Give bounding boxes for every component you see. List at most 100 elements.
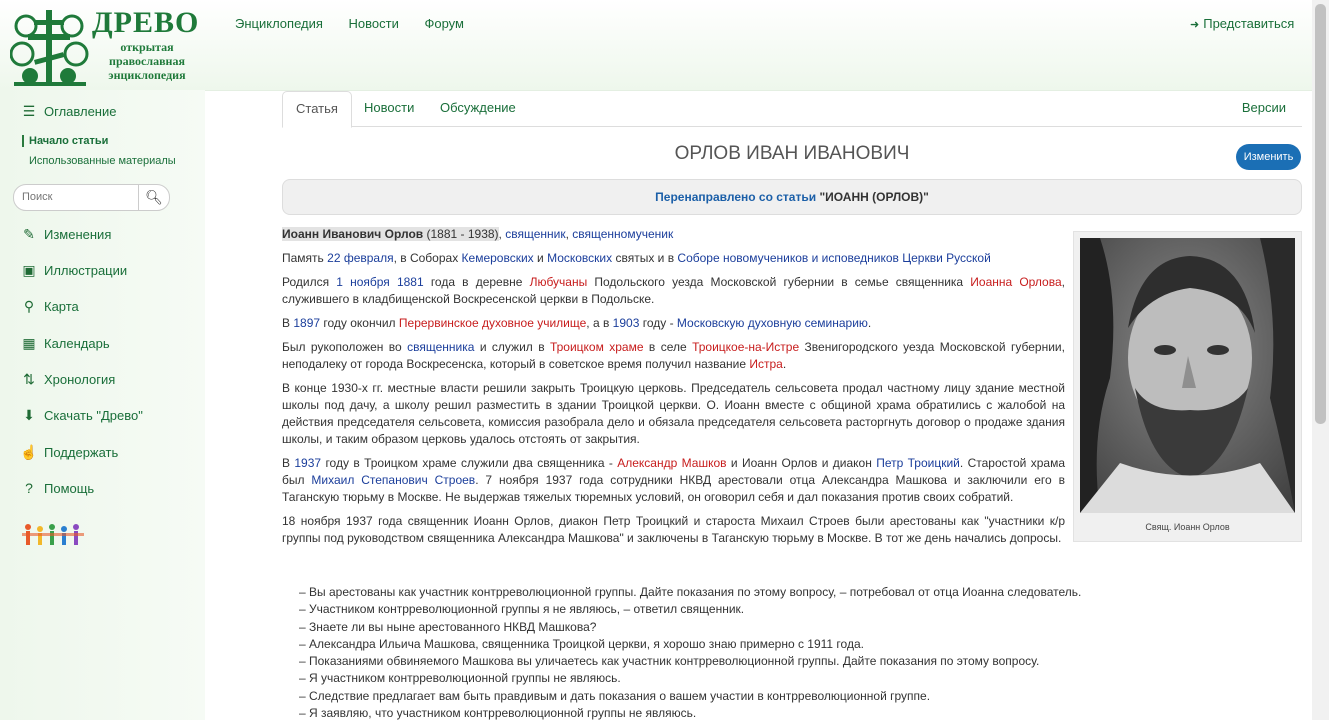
article-paragraph: В 1937 году в Троицком храме служили два… <box>282 455 1065 506</box>
sidebar-item-label: Оглавление <box>44 104 117 119</box>
photo-card: Свящ. Иоанн Орлов <box>1073 231 1302 542</box>
sidebar-item-label: Скачать "Древо" <box>44 408 143 423</box>
redirect-source-link[interactable]: "ИОАНН (ОРЛОВ)" <box>819 190 928 204</box>
article-paragraph: Был рукоположен во священника и служил в… <box>282 339 1065 373</box>
life-years: (1881 - 1938) <box>426 227 499 241</box>
article-tabs: Статья Новости Обсуждение Версии <box>282 91 1302 128</box>
tab-article[interactable]: Статья <box>282 91 352 128</box>
search-box: 🔍︎ <box>13 184 170 211</box>
link-rank[interactable]: священника <box>407 340 474 354</box>
portrait-photo[interactable] <box>1080 238 1295 513</box>
top-nav: Энциклопедия Новости Форум <box>235 16 486 31</box>
text: Родился <box>282 275 337 289</box>
tab-news[interactable]: Новости <box>351 91 427 125</box>
link-year[interactable]: 1903 <box>613 316 640 330</box>
text: святых и в <box>612 251 678 265</box>
link-synaxis-new-martyrs[interactable]: Соборе новомучеников и исповедников Церк… <box>677 251 990 265</box>
thumbs-up-icon: ☝ <box>20 444 38 460</box>
toc-link-start[interactable]: Начало статьи <box>22 135 108 147</box>
link-village[interactable]: Троицкое-на-Истре <box>692 340 799 354</box>
tree-cross-icon <box>10 10 89 86</box>
photo-caption: Свящ. Иоанн Орлов <box>1145 522 1230 532</box>
nav-forum[interactable]: Форум <box>424 16 464 31</box>
search-icon: 🔍︎ <box>145 189 163 205</box>
sidebar-item-calendar[interactable]: ▦ Календарь <box>20 335 110 352</box>
sidebar-item-download[interactable]: ⬇ Скачать "Древо" <box>20 407 143 424</box>
link-person[interactable]: Александр Машков <box>617 456 726 470</box>
link-hieromartyr[interactable]: священномученик <box>572 227 673 241</box>
sidebar-item-changes[interactable]: ✎ Изменения <box>20 226 111 243</box>
list-item: – Я участником контрреволюционной группы… <box>299 671 621 686</box>
search-button[interactable]: 🔍︎ <box>138 185 169 210</box>
person-name: Иоанн Иванович Орлов <box>282 227 424 241</box>
sidebar-item-help[interactable]: ? Помощь <box>20 480 94 496</box>
sidebar-item-label: Поддержать <box>44 445 119 460</box>
nav-encyclopedia[interactable]: Энциклопедия <box>235 16 323 31</box>
sign-in-icon: ➜ <box>1190 19 1200 31</box>
question-circle-icon: ? <box>25 480 33 496</box>
sidebar-item-label: Иллюстрации <box>44 263 128 278</box>
logo-subtitle-line: открытая <box>120 40 174 54</box>
calendar-icon: ▦ <box>22 335 36 351</box>
article-paragraph: Родился 1 ноября 1881 года в деревне Люб… <box>282 274 1065 308</box>
sidebar-item-toc[interactable]: ☰ Оглавление <box>20 103 117 120</box>
sidebar-item-support[interactable]: ☝ Поддержать <box>20 444 118 461</box>
tab-versions[interactable]: Версии <box>1242 91 1286 125</box>
text: В <box>282 316 294 330</box>
edit-button[interactable]: Изменить <box>1236 144 1301 170</box>
link-year[interactable]: 1937 <box>294 456 321 470</box>
text: . <box>782 357 787 371</box>
text: в селе <box>643 340 693 354</box>
link-father[interactable]: Иоанна Орлова <box>970 275 1061 289</box>
link-school[interactable]: Перервинское духовное училище <box>399 316 586 330</box>
link-person[interactable]: Петр Троицкий <box>876 456 960 470</box>
redirect-notice: Перенаправлено со статьи "ИОАНН (ОРЛОВ)" <box>282 179 1302 215</box>
text: , а в <box>586 316 613 330</box>
login-label: Представиться <box>1203 16 1295 31</box>
sidebar-item-illustrations[interactable]: ▣ Иллюстрации <box>20 262 127 279</box>
tab-discussion[interactable]: Обсуждение <box>427 91 529 125</box>
sort-icon: ⇅ <box>23 371 35 387</box>
link-village[interactable]: Любучаны <box>530 275 588 289</box>
search-input[interactable] <box>14 185 140 208</box>
portrait-image <box>1080 238 1295 513</box>
toc-link-sources[interactable]: Использованные материалы <box>29 155 176 167</box>
link-priest[interactable]: священник <box>505 227 565 241</box>
sidebar-item-label: Календарь <box>44 336 110 351</box>
link-year[interactable]: 1897 <box>293 316 320 330</box>
link-person[interactable]: Михаил Степанович Строев <box>311 473 475 487</box>
link-town[interactable]: Истра <box>749 357 782 371</box>
article-paragraph: В 1897 году окончил Перервинское духовно… <box>282 315 1065 332</box>
link-date[interactable]: 22 февраля <box>327 251 393 265</box>
sidebar-item-chronology[interactable]: ⇅ Хронология <box>20 371 115 388</box>
people-logo-icon[interactable] <box>22 522 92 548</box>
login-link[interactable]: ➜ Представиться <box>1190 16 1294 31</box>
image-icon: ▣ <box>22 262 36 278</box>
link-birth-date[interactable]: 1 ноября 1881 <box>336 275 423 289</box>
page-scrollbar[interactable] <box>1312 0 1329 720</box>
link-synaxis-kemerovo[interactable]: Кемеровских <box>462 251 534 265</box>
text: году окончил <box>320 316 399 330</box>
text: . <box>867 316 872 330</box>
sidebar-item-map[interactable]: ⚲ Карта <box>20 298 79 315</box>
sidebar-item-label: Изменения <box>44 227 112 242</box>
list-item: – Участником контрреволюционной группы я… <box>299 602 745 617</box>
article-paragraph: В конце 1930-х гг. местные власти решили… <box>282 381 1065 446</box>
site-header: ДРЕВО открытая православная энциклопедия… <box>0 0 1312 91</box>
scrollbar-thumb[interactable] <box>1315 4 1326 424</box>
article-paragraph: 18 ноября 1937 года священник Иоанн Орло… <box>282 514 1065 545</box>
list-item: – Вы арестованы как участник контрреволю… <box>299 585 1082 599</box>
site-logo[interactable]: ДРЕВО открытая православная энциклопедия <box>10 4 200 88</box>
list-item: – Следствие предлагает вам быть правдивы… <box>299 688 931 703</box>
nav-news[interactable]: Новости <box>349 16 399 31</box>
article-lead: Иоанн Иванович Орлов (1881 - 1938), свящ… <box>282 226 1065 243</box>
sidebar-item-label: Карта <box>44 299 79 314</box>
sidebar-item-label: Помощь <box>44 481 95 496</box>
text: и <box>533 251 548 265</box>
link-seminary[interactable]: Московскую духовную семинарию <box>677 316 868 330</box>
text: и служил в <box>474 340 550 354</box>
link-synaxis-moscow[interactable]: Московских <box>547 251 612 265</box>
link-church[interactable]: Троицком храме <box>550 340 644 354</box>
sidebar: ☰ Оглавление Начало статьи Использованные… <box>0 90 205 720</box>
text: Подольского уезда Московской губернии в … <box>587 275 971 289</box>
